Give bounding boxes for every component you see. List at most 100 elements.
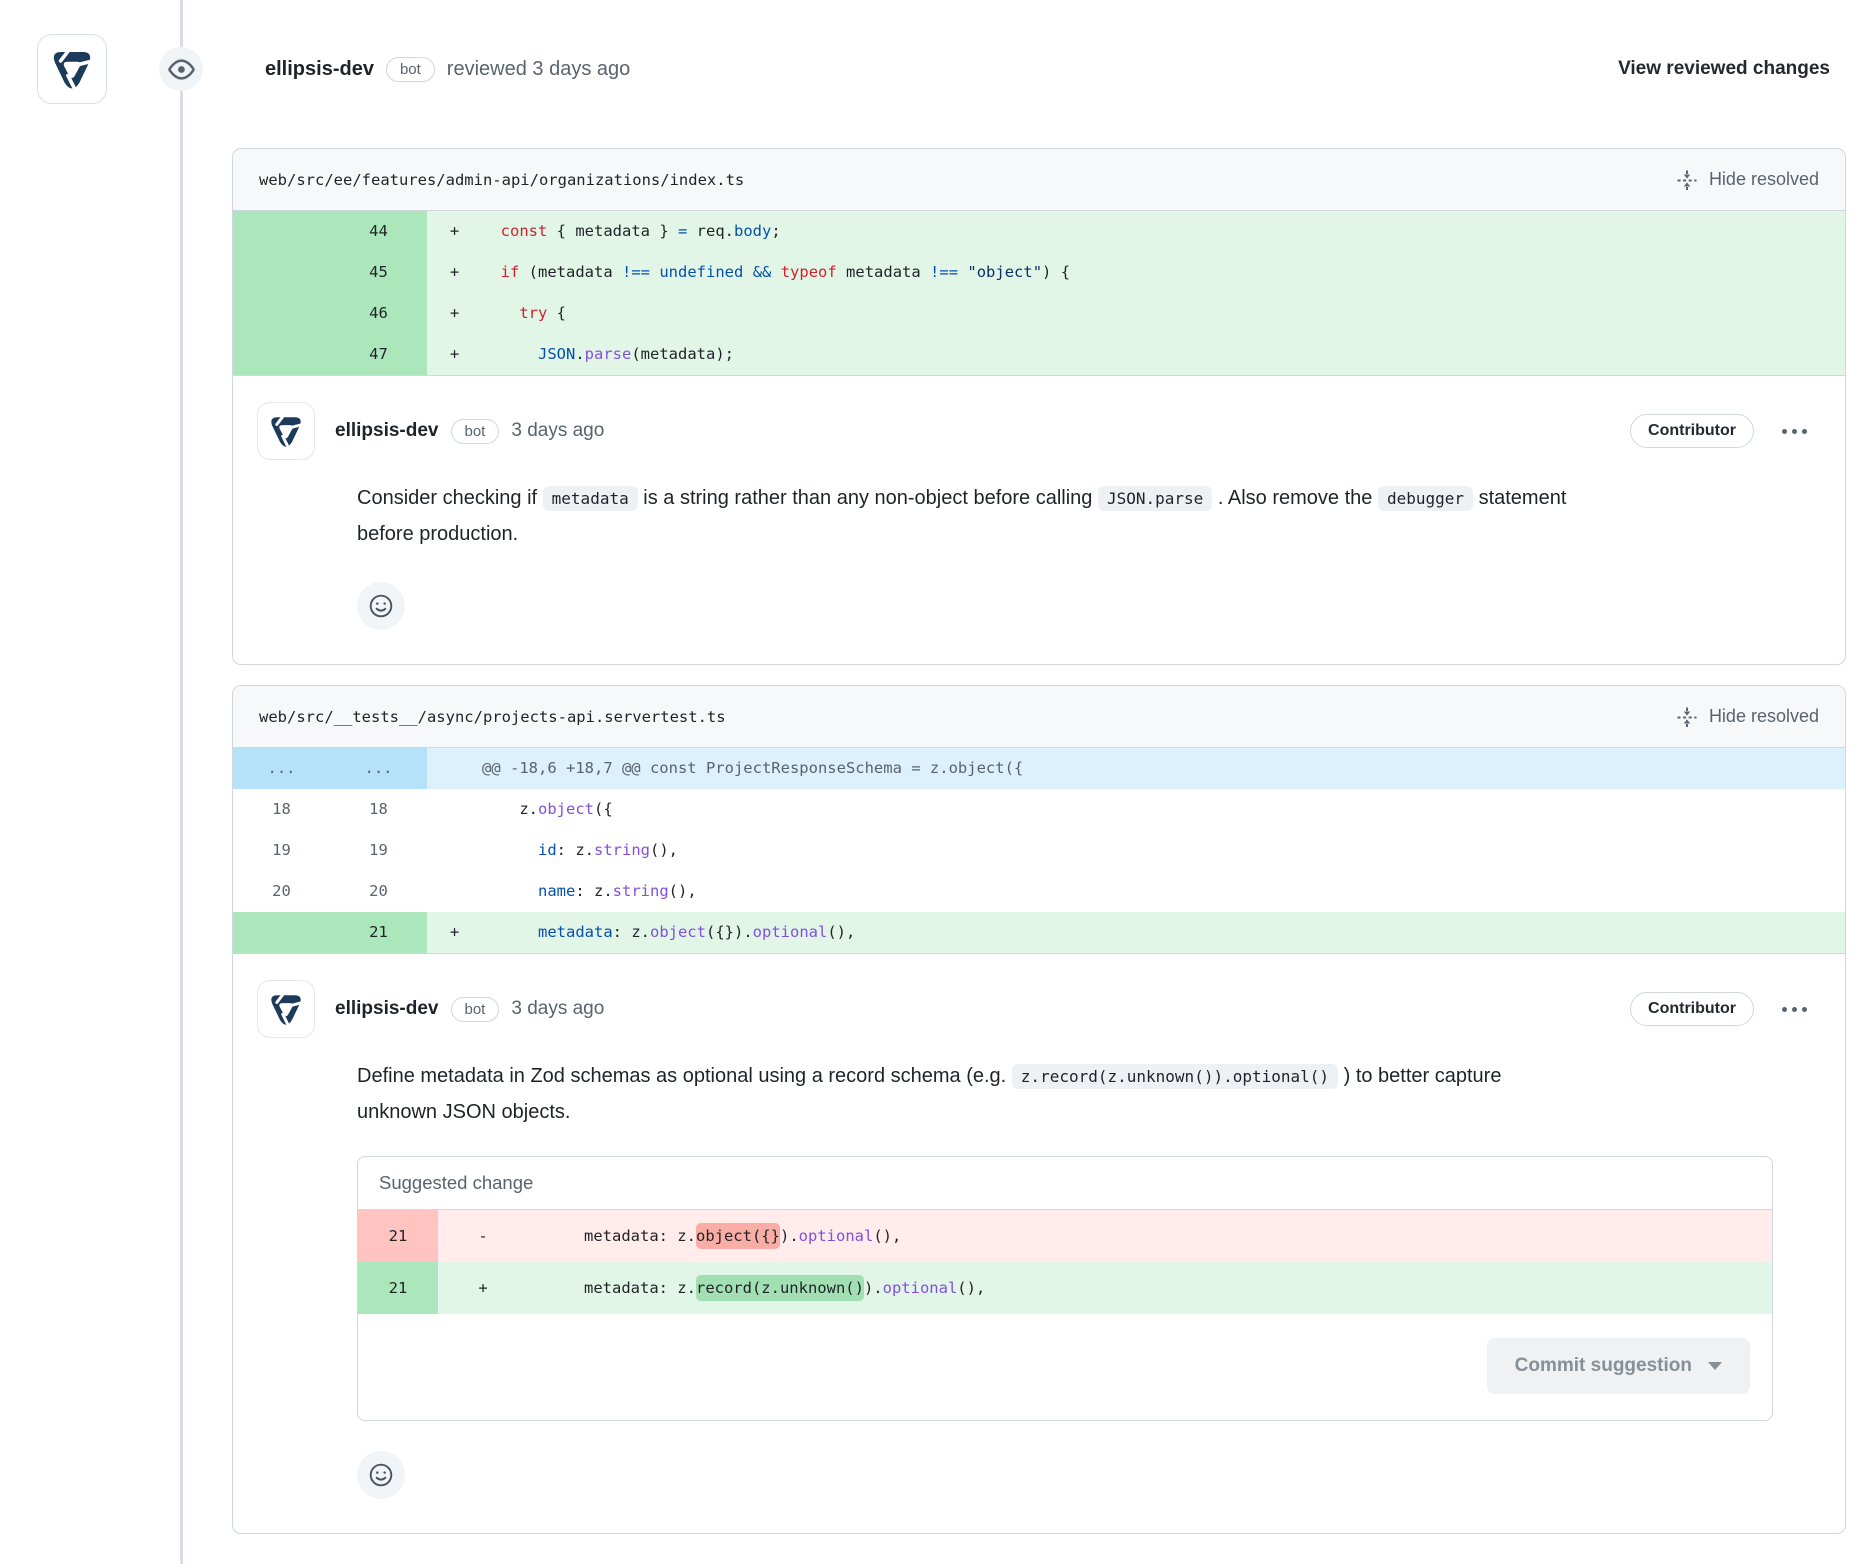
file-header: web/src/__tests__/async/projects-api.ser…: [233, 686, 1845, 748]
comment-text: is a string rather than any non-object b…: [638, 487, 1098, 509]
code-token: (metadata);: [631, 345, 734, 363]
code-token: [482, 345, 538, 363]
code-token: [482, 923, 538, 941]
suggestion-code-line: metadata: z.object({}).optional(),: [528, 1223, 901, 1249]
kebab-menu-button[interactable]: [1780, 423, 1809, 440]
line-number-new[interactable]: 18: [330, 789, 427, 830]
code-token: ).: [864, 1279, 883, 1297]
diff-row: 46+ try {: [233, 293, 1845, 334]
diff-row: ......@@ -18,6 +18,7 @@ const ProjectRes…: [233, 748, 1845, 789]
diff-sign: +: [427, 252, 482, 293]
review-avatar[interactable]: [37, 34, 107, 104]
line-number-new[interactable]: 47: [330, 334, 427, 375]
code-token: ) {: [1042, 263, 1070, 281]
line-number-old[interactable]: ...: [233, 748, 330, 789]
smiley-icon: [368, 593, 394, 619]
code-token: [650, 263, 659, 281]
line-number-old[interactable]: 20: [233, 871, 330, 912]
line-number-new[interactable]: 45: [330, 252, 427, 293]
code-token: .: [575, 345, 584, 363]
comment-avatar[interactable]: [257, 402, 315, 460]
suggestion-row: 21- metadata: z.object({}).optional(),: [358, 1210, 1772, 1262]
diff-sign: +: [438, 1262, 528, 1314]
line-number-old[interactable]: [233, 334, 330, 375]
diff-table: 44+ const { metadata } = req.body;45+ if…: [233, 211, 1845, 376]
kebab-menu-button[interactable]: [1780, 1001, 1809, 1018]
hide-resolved-button[interactable]: Hide resolved: [1675, 168, 1819, 192]
line-number-new[interactable]: 20: [330, 871, 427, 912]
line-number-new[interactable]: 44: [330, 211, 427, 252]
diff-code: z.object({: [427, 789, 1845, 830]
review-comment: ellipsis-dev bot 3 days ago Contributor …: [233, 376, 1845, 664]
review-action: reviewed 3 days ago: [447, 58, 630, 81]
code-token: (),: [827, 923, 855, 941]
timeline-line: [180, 0, 183, 1564]
ellipsis-logo-icon: [265, 410, 307, 452]
code-token: metadata: [538, 923, 613, 941]
line-number-old[interactable]: 18: [233, 789, 330, 830]
comment-body: Consider checking if metadata is a strin…: [357, 480, 1587, 552]
code-token: : z.: [575, 882, 612, 900]
fold-icon: [1675, 168, 1699, 192]
commit-suggestion-label: Commit suggestion: [1515, 1355, 1692, 1377]
inline-code: metadata: [543, 486, 638, 511]
reaction-button[interactable]: [357, 582, 405, 630]
diff-code-line: try {: [482, 304, 566, 322]
comment-avatar[interactable]: [257, 980, 315, 1038]
code-token: "object": [967, 263, 1042, 281]
line-number-new[interactable]: ...: [330, 748, 427, 789]
commit-suggestion-button[interactable]: Commit suggestion: [1487, 1338, 1750, 1394]
caret-down-icon: [1708, 1362, 1722, 1370]
diff-sign: +: [427, 211, 482, 252]
line-number-old[interactable]: 19: [233, 830, 330, 871]
line-number: 21: [358, 1210, 438, 1262]
code-token: optional: [799, 1227, 874, 1245]
code-token: metadata: z.: [528, 1227, 696, 1245]
comment-author[interactable]: ellipsis-dev: [335, 998, 439, 1020]
diff-row: 21+ metadata: z.object({}).optional(),: [233, 912, 1845, 953]
code-token: req.: [687, 222, 734, 240]
code-token: typeof: [781, 263, 837, 281]
reaction-button[interactable]: [357, 1451, 405, 1499]
comment-author[interactable]: ellipsis-dev: [335, 420, 439, 442]
line-number-new[interactable]: 46: [330, 293, 427, 334]
code-token: z.: [482, 800, 538, 818]
code-token: !==: [622, 263, 650, 281]
comment-text: Define metadata in Zod schemas as option…: [357, 1065, 1012, 1087]
diff-code: @@ -18,6 +18,7 @@ const ProjectResponseS…: [427, 748, 1845, 789]
line-number-new[interactable]: 19: [330, 830, 427, 871]
code-token: parse: [585, 345, 632, 363]
diff-code: + metadata: z.object({}).optional(),: [427, 912, 1845, 953]
code-token: undefined: [659, 263, 743, 281]
code-token: : z.: [613, 923, 650, 941]
code-token: (),: [873, 1227, 901, 1245]
comment-time[interactable]: 3 days ago: [511, 998, 604, 1020]
file-path[interactable]: web/src/ee/features/admin-api/organizati…: [259, 171, 744, 189]
view-reviewed-changes-link[interactable]: View reviewed changes: [1618, 58, 1830, 80]
line-number-new[interactable]: 21: [330, 912, 427, 953]
hide-resolved-button[interactable]: Hide resolved: [1675, 705, 1819, 729]
suggestion-title: Suggested change: [358, 1157, 1772, 1210]
code-token: (),: [669, 882, 697, 900]
line-number-old[interactable]: [233, 211, 330, 252]
line-number-old[interactable]: [233, 293, 330, 334]
code-token: (),: [650, 841, 678, 859]
hide-resolved-label: Hide resolved: [1709, 169, 1819, 190]
eye-icon: [168, 56, 195, 83]
line-number-old[interactable]: [233, 252, 330, 293]
thread-card: web/src/__tests__/async/projects-api.ser…: [232, 685, 1846, 1534]
code-token: [482, 304, 519, 322]
code-token: optional: [883, 1279, 958, 1297]
comment-time[interactable]: 3 days ago: [511, 420, 604, 442]
diff-code-line: metadata: z.object({}).optional(),: [482, 923, 855, 941]
code-token: [743, 263, 752, 281]
diff-sign: +: [427, 912, 482, 953]
diff-code-line: z.object({: [482, 800, 613, 818]
review-author[interactable]: ellipsis-dev: [265, 58, 374, 81]
line-number: 21: [358, 1262, 438, 1314]
smiley-icon: [368, 1462, 394, 1488]
file-path[interactable]: web/src/__tests__/async/projects-api.ser…: [259, 708, 726, 726]
line-number-old[interactable]: [233, 912, 330, 953]
ellipsis-logo-icon: [46, 43, 98, 95]
diff-row: 47+ JSON.parse(metadata);: [233, 334, 1845, 375]
